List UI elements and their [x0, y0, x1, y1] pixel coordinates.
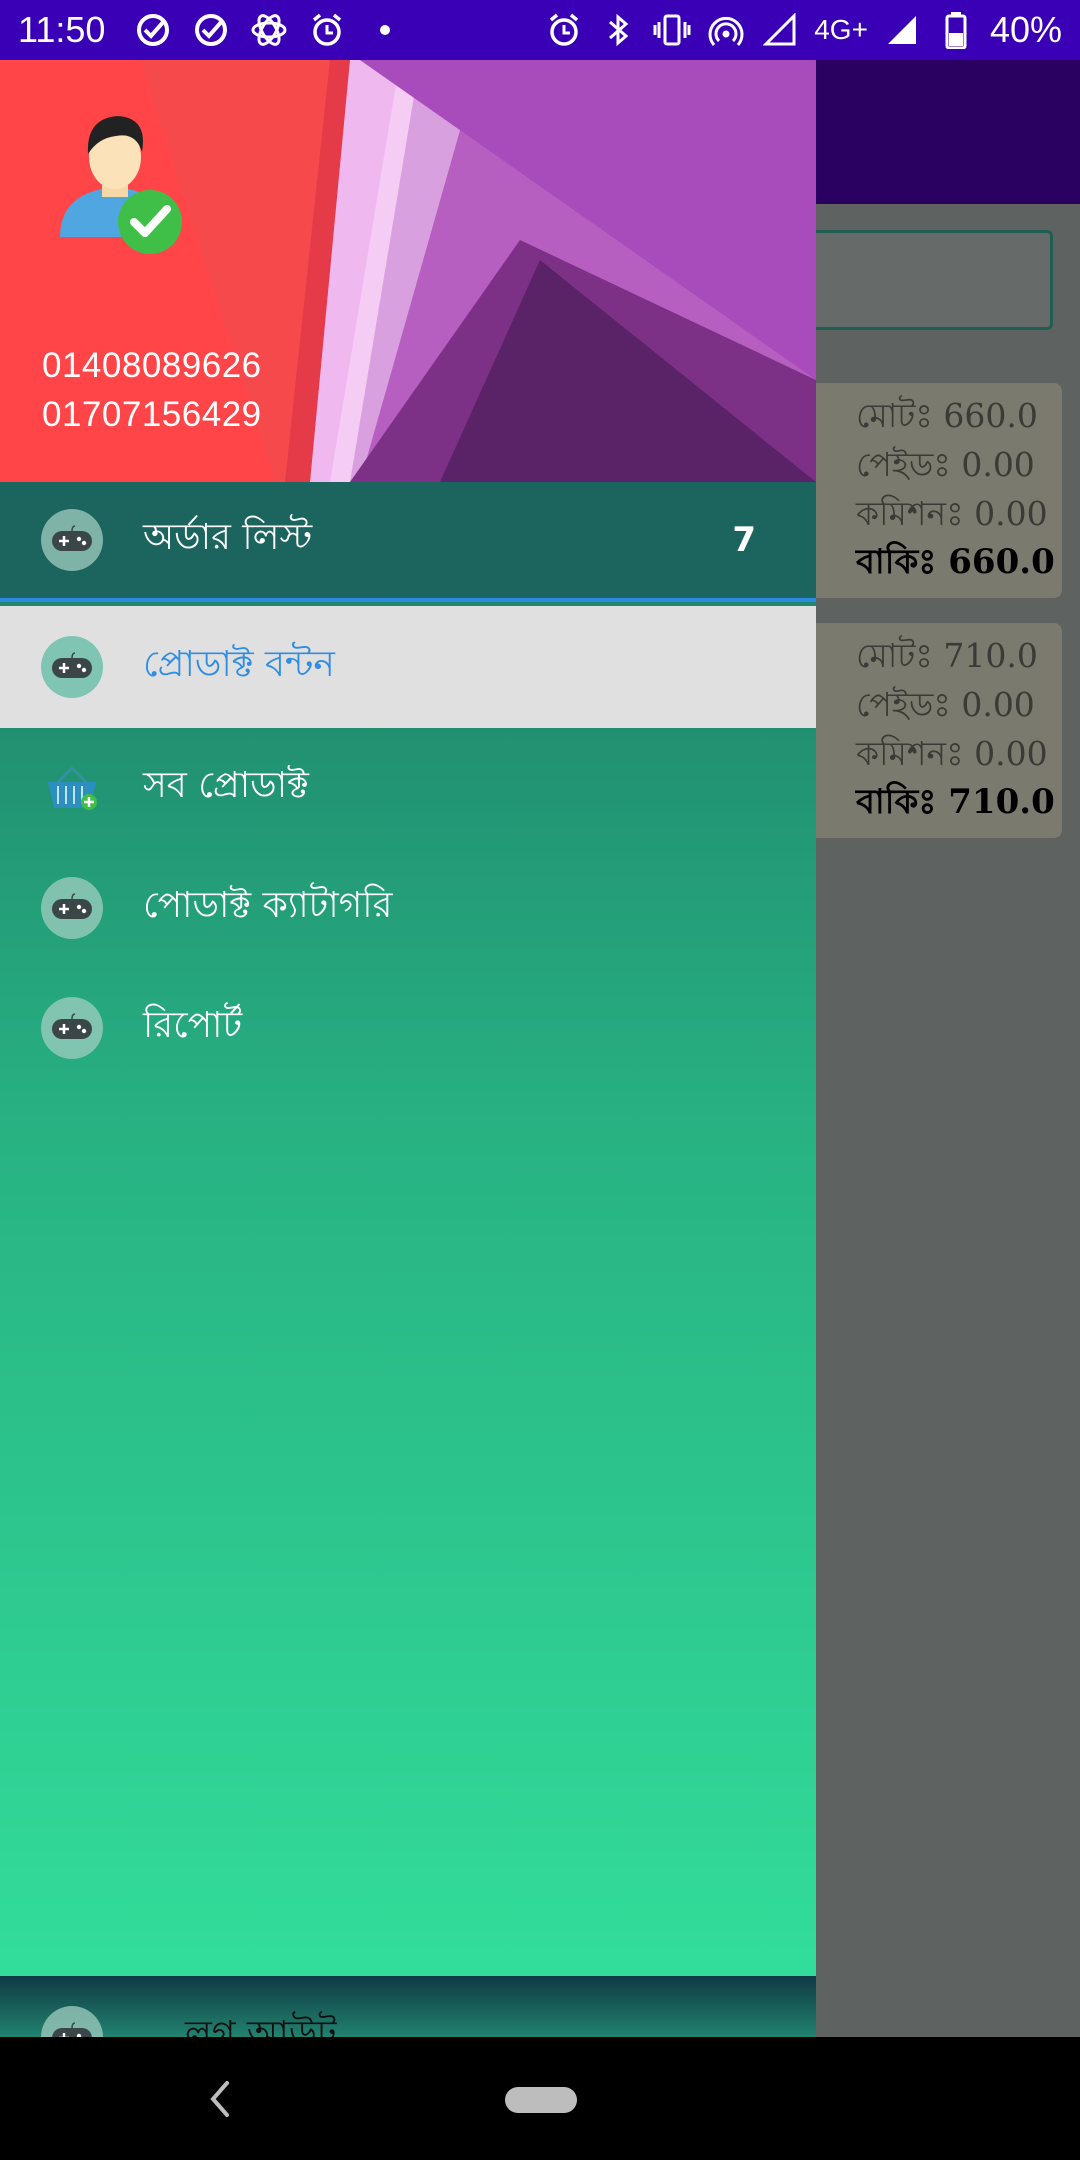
battery-percentage: 40% [989, 9, 1062, 50]
order-count-badge: 7 [732, 520, 756, 560]
order-total: মোটঃ 710.0 [856, 636, 1038, 675]
status-bar: 11:50 4G+ 40% [0, 0, 1080, 60]
order-commission: কমিশনঃ 0.00 [856, 734, 1048, 773]
menu-item-report[interactable]: রিপোর্ট [0, 968, 816, 1088]
drawer-header: 01408089626 01707156429 [0, 60, 816, 482]
order-commission: কমিশনঃ 0.00 [856, 494, 1048, 533]
system-icons: 4G+ 40% [544, 9, 1062, 51]
gamepad-icon [41, 997, 103, 1059]
atom-icon [249, 10, 289, 50]
order-paid: পেইডঃ 0.00 [856, 445, 1035, 484]
check-circle-icon [133, 10, 173, 50]
menu-item-all-products[interactable]: সব প্রোডাক্ট [0, 728, 816, 848]
basket-icon [41, 757, 103, 819]
gamepad-icon [41, 877, 103, 939]
navigation-drawer: 01408089626 01707156429 অর্ডার লিস্ট 7 প… [0, 60, 816, 2097]
vibrate-icon [652, 10, 692, 50]
menu-item-order-list[interactable]: অর্ডার লিস্ট 7 [0, 482, 816, 602]
hotspot-icon [706, 10, 746, 50]
battery-icon [936, 10, 976, 50]
order-due: বাকিঃ 660.0 [856, 542, 1055, 582]
back-icon[interactable] [205, 2077, 235, 2121]
notification-icons [133, 10, 405, 50]
order-due: বাকিঃ 710.0 [856, 782, 1055, 822]
home-pill-button[interactable] [505, 2087, 577, 2113]
network-type: 4G+ [814, 14, 868, 45]
system-nav-bar [0, 2037, 1080, 2160]
menu-item-label: প্রোডাক্ট বন্টন [143, 644, 335, 685]
menu-item-label: রিপোর্ট [143, 1005, 243, 1046]
phone-number-primary: 01408089626 [42, 346, 262, 385]
order-card[interactable]: মোটঃ 660.0 পেইডঃ 0.00 কমিশনঃ 0.00 বাকিঃ … [790, 383, 1062, 598]
menu-item-label: সব প্রোডাক্ট [143, 765, 309, 806]
menu-item-label: অর্ডার লিস্ট [143, 517, 313, 558]
menu-item-product-distribution[interactable]: প্রোডাক্ট বন্টন [0, 606, 816, 728]
phone-number-secondary: 01707156429 [42, 395, 262, 434]
order-paid: পেইডঃ 0.00 [856, 685, 1035, 724]
signal-icon [882, 10, 922, 50]
alarm-icon [544, 10, 584, 50]
menu-item-product-category[interactable]: পোডাক্ট ক্যাটাগরি [0, 848, 816, 968]
menu-item-label: পোডাক্ট ক্যাটাগরি [143, 885, 393, 926]
status-time: 11:50 [18, 9, 106, 50]
order-total: মোটঃ 660.0 [856, 396, 1038, 435]
gamepad-icon [41, 509, 103, 571]
bluetooth-icon [598, 10, 638, 50]
user-avatar-icon [60, 116, 182, 254]
check-circle-icon [191, 10, 231, 50]
gamepad-icon [41, 636, 103, 698]
order-card[interactable]: মোটঃ 710.0 পেইডঃ 0.00 কমিশনঃ 0.00 বাকিঃ … [790, 623, 1062, 838]
dot-icon [365, 10, 405, 50]
signal-icon [760, 10, 800, 50]
alarm-icon [307, 10, 347, 50]
